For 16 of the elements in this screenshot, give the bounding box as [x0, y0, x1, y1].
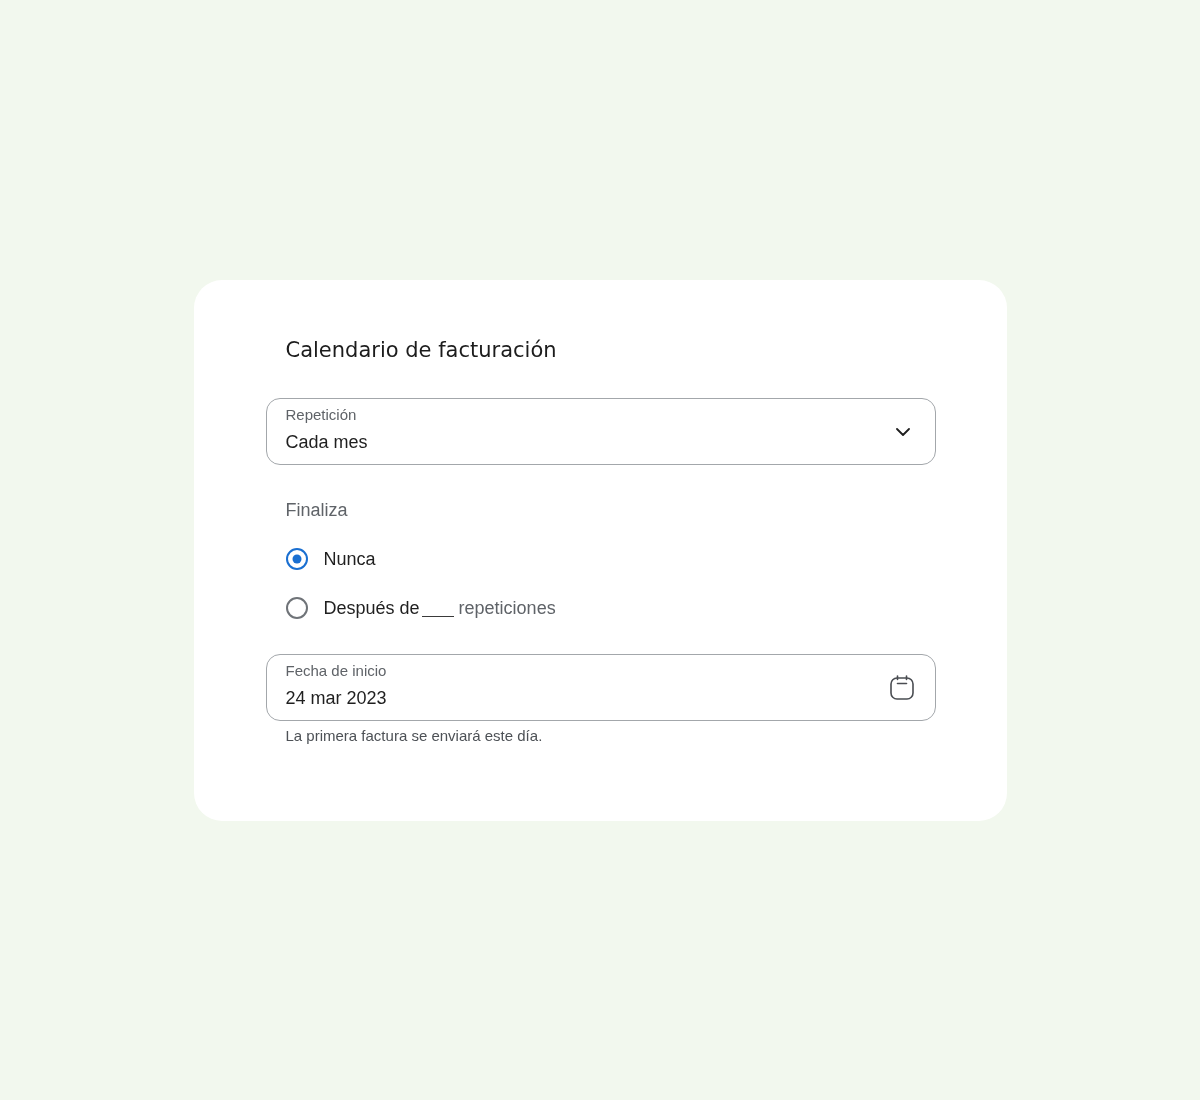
radio-button[interactable]	[285, 597, 308, 619]
calendar-icon	[889, 674, 914, 700]
field-value: Cada mes	[285, 431, 368, 453]
field-label: Fecha de inicio	[285, 662, 387, 680]
option-suffix: repeticiones	[458, 597, 556, 619]
repetition-select[interactable]: Repetición Cada mes	[265, 398, 936, 465]
helper-text: La primera factura se enviará este día.	[285, 727, 543, 745]
field-value: 24 mar 2023	[285, 687, 387, 709]
chevron-down-icon	[895, 427, 910, 436]
section-label: Finaliza	[285, 499, 348, 521]
option-label: Después de	[323, 597, 420, 619]
card-title: Calendario de facturación	[285, 337, 557, 364]
field-label: Repetición	[285, 406, 357, 424]
option-label: Nunca	[323, 548, 376, 570]
date-field[interactable]: Fecha de inicio 24 mar 2023	[265, 654, 936, 721]
radio-button[interactable]	[285, 548, 308, 570]
